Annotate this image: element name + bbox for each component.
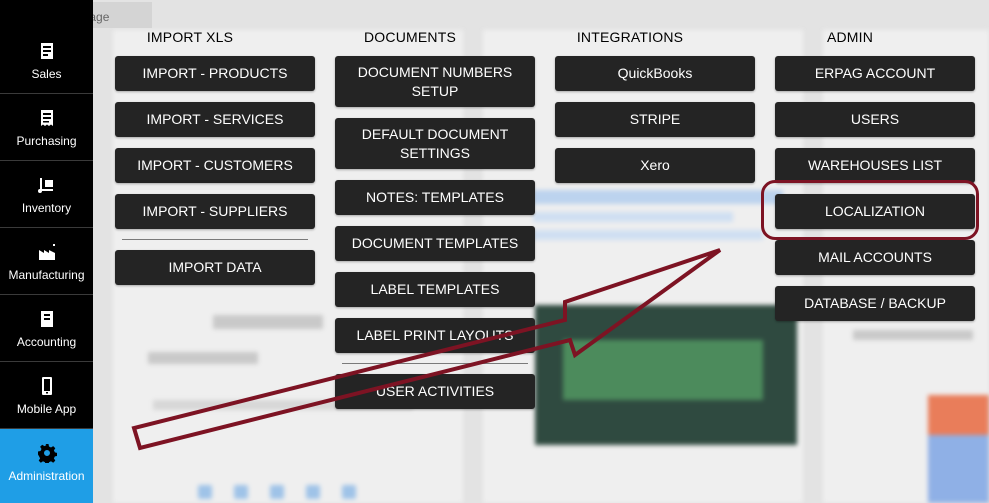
import-products-button[interactable]: IMPORT - PRODUCTS	[115, 56, 315, 91]
warehouses-list-button[interactable]: WAREHOUSES LIST	[775, 148, 975, 183]
database-backup-button[interactable]: DATABASE / BACKUP	[775, 286, 975, 321]
mobile-phone-icon	[0, 376, 93, 398]
background-block	[563, 340, 763, 400]
column-title-integrations: INTEGRATIONS	[576, 29, 684, 45]
column-title-admin: ADMIN	[826, 29, 874, 45]
background-block	[853, 330, 973, 340]
column-title-documents: DOCUMENTS	[363, 29, 457, 45]
sidebar-item-label: Purchasing	[16, 134, 77, 148]
document-list-icon	[0, 41, 93, 63]
background-block	[533, 212, 733, 222]
background-block	[148, 352, 258, 364]
stripe-button[interactable]: STRIPE	[555, 102, 755, 137]
import-customers-button[interactable]: IMPORT - CUSTOMERS	[115, 148, 315, 183]
sidebar-item-manufacturing[interactable]: Manufacturing	[0, 228, 93, 295]
ledger-book-icon	[0, 309, 93, 331]
localization-highlight-outline	[761, 180, 979, 240]
separator	[342, 363, 528, 364]
sidebar-item-label: Sales	[31, 67, 62, 81]
background-block	[213, 315, 323, 329]
background-block	[533, 190, 783, 204]
default-document-settings-button[interactable]: DEFAULT DOCUMENT SETTINGS	[335, 118, 535, 169]
erpag-account-button[interactable]: ERPAG ACCOUNT	[775, 56, 975, 91]
sidebar-item-sales[interactable]: Sales	[0, 27, 93, 94]
sidebar-item-label: Administration	[8, 469, 85, 483]
import-suppliers-button[interactable]: IMPORT - SUPPLIERS	[115, 194, 315, 229]
quickbooks-button[interactable]: QuickBooks	[555, 56, 755, 91]
sidebar-item-label: Inventory	[21, 201, 72, 215]
document-templates-button[interactable]: DOCUMENT TEMPLATES	[335, 226, 535, 261]
gear-icon	[0, 443, 93, 465]
import-data-button[interactable]: IMPORT DATA	[115, 250, 315, 285]
sidebar-item-accounting[interactable]: Accounting	[0, 295, 93, 362]
xero-button[interactable]: Xero	[555, 148, 755, 183]
receipt-icon	[0, 108, 93, 130]
background-calendar-row	[198, 485, 356, 499]
notes-templates-button[interactable]: NOTES: TEMPLATES	[335, 180, 535, 215]
separator	[122, 239, 308, 240]
column-title-import-xls: IMPORT XLS	[146, 29, 234, 45]
mail-accounts-button[interactable]: MAIL ACCOUNTS	[775, 240, 975, 275]
label-print-layouts-button[interactable]: LABEL PRINT LAYOUTS	[335, 318, 535, 353]
sidebar-item-mobile-app[interactable]: Mobile App	[0, 362, 93, 429]
label-templates-button[interactable]: LABEL TEMPLATES	[335, 272, 535, 307]
factory-icon	[0, 242, 93, 264]
users-button[interactable]: USERS	[775, 102, 975, 137]
document-numbers-setup-button[interactable]: DOCUMENT NUMBERS SETUP	[335, 56, 535, 107]
sidebar: Sales Purchasing Inventory Manufacturing…	[0, 0, 93, 503]
background-block	[533, 230, 763, 240]
sidebar-item-purchasing[interactable]: Purchasing	[0, 94, 93, 161]
user-activities-button[interactable]: USER ACTIVITIES	[335, 374, 535, 409]
sidebar-item-inventory[interactable]: Inventory	[0, 161, 93, 228]
sidebar-item-label: Mobile App	[16, 402, 77, 416]
sidebar-item-label: Manufacturing	[8, 268, 85, 282]
sidebar-item-label: Accounting	[16, 335, 77, 349]
hand-truck-icon	[0, 175, 93, 197]
background-block	[928, 395, 989, 435]
import-services-button[interactable]: IMPORT - SERVICES	[115, 102, 315, 137]
sidebar-item-administration[interactable]: Administration	[0, 429, 93, 503]
background-block	[928, 435, 989, 503]
